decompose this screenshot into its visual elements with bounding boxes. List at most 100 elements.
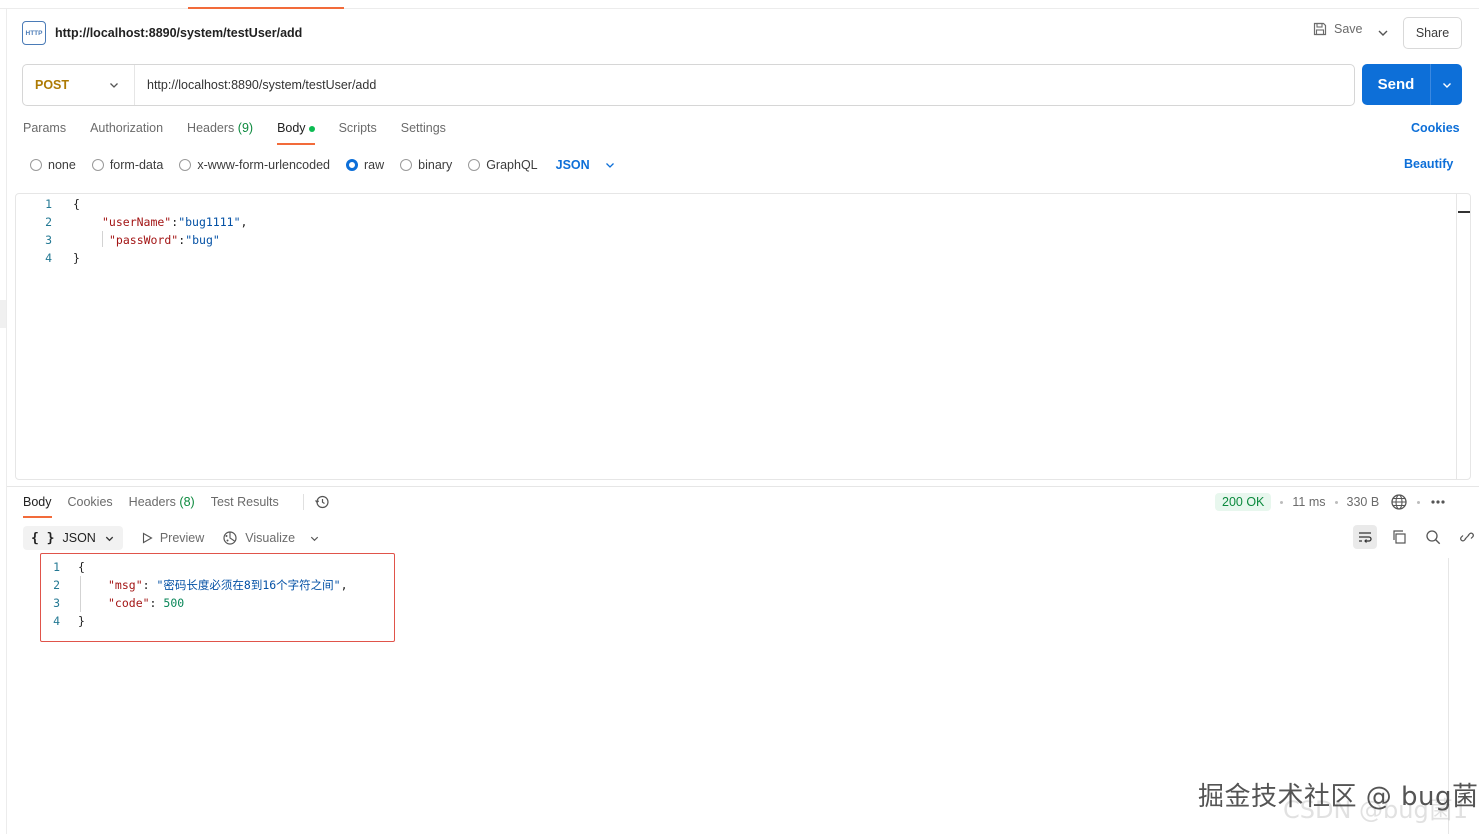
- response-divider[interactable]: [7, 486, 1479, 487]
- preview-label: Preview: [159, 531, 205, 545]
- send-button[interactable]: Send: [1362, 64, 1462, 105]
- left-sidebar-edge: [0, 9, 7, 834]
- response-time[interactable]: 11 ms: [1292, 495, 1325, 509]
- send-options-chevron-icon[interactable]: [1431, 79, 1462, 91]
- globe-icon[interactable]: [1390, 493, 1408, 511]
- body-type-raw[interactable]: raw: [346, 158, 384, 172]
- tab-scripts[interactable]: Scripts: [339, 120, 377, 145]
- raw-format-select[interactable]: JSON: [556, 158, 616, 172]
- response-format-label: JSON: [62, 531, 96, 545]
- body-type-form-data-label: form-data: [109, 158, 164, 172]
- tab-authorization[interactable]: Authorization: [90, 120, 163, 145]
- request-header: HTTP http://localhost:8890/system/testUs…: [22, 20, 302, 46]
- tab-body-label: Body: [277, 121, 306, 135]
- body-type-graphql[interactable]: GraphQL: [468, 158, 538, 172]
- body-type-urlencoded-label: x-www-form-urlencoded: [197, 158, 330, 172]
- code-line-password: "passWord":"bug": [109, 233, 220, 247]
- radio-icon: [91, 159, 104, 171]
- history-icon[interactable]: [302, 494, 330, 510]
- response-size[interactable]: 330 B: [1347, 495, 1380, 509]
- separator-dot: [1280, 500, 1284, 504]
- response-tab-headers-count: (8): [179, 495, 195, 509]
- editor-scrollbar[interactable]: [1456, 194, 1472, 480]
- chevron-down-icon: [310, 536, 319, 541]
- radio-icon: [179, 159, 192, 171]
- highlight-annotation-box: [40, 553, 395, 642]
- watermark: 掘金技术社区 @ bug菌: [1198, 782, 1479, 812]
- copy-icon: [1393, 530, 1406, 544]
- response-format-select[interactable]: { } JSON: [23, 526, 123, 550]
- link-icon: [1460, 532, 1474, 542]
- copy-button[interactable]: [1387, 525, 1411, 549]
- visualize-options-chevron[interactable]: [309, 533, 320, 544]
- save-label: Save: [1334, 22, 1363, 36]
- visualize-button[interactable]: Visualize: [222, 530, 295, 546]
- tab-params[interactable]: Params: [23, 120, 66, 145]
- url-bar: POST http://localhost:8890/system/testUs…: [22, 64, 1355, 106]
- http-request-icon: HTTP: [22, 21, 46, 45]
- response-tabs: Body Cookies Headers (8) Test Results: [23, 494, 330, 518]
- braces-icon: { }: [31, 530, 55, 546]
- status-badge[interactable]: 200 OK: [1215, 493, 1272, 511]
- tab-headers[interactable]: Headers (9): [187, 120, 253, 145]
- visualize-icon: [223, 531, 237, 545]
- body-type-binary[interactable]: binary: [400, 158, 452, 172]
- body-type-urlencoded[interactable]: x-www-form-urlencoded: [179, 158, 330, 172]
- request-tabs: Params Authorization Headers (9) Body Sc…: [23, 120, 446, 145]
- body-type-none-label: none: [48, 158, 76, 172]
- search-button[interactable]: [1421, 525, 1445, 549]
- editor-cursor-marker: [1458, 211, 1470, 213]
- code-open-brace: {: [73, 197, 80, 211]
- response-tab-body[interactable]: Body: [23, 494, 52, 518]
- body-type-selector: none form-data x-www-form-urlencoded raw…: [30, 156, 616, 174]
- json-value: "bug1111": [178, 215, 241, 229]
- preview-button[interactable]: Preview: [141, 531, 204, 545]
- search-icon: [1426, 530, 1441, 545]
- beautify-link[interactable]: Beautify: [1404, 157, 1453, 171]
- response-tab-headers[interactable]: Headers (8): [129, 494, 195, 518]
- active-request-tab-indicator: [188, 7, 344, 9]
- raw-format-label: JSON: [555, 158, 590, 172]
- body-type-binary-label: binary: [418, 158, 453, 172]
- request-body-editor[interactable]: 1 2 3 4 { "userName":"bug1111", "passWor…: [15, 193, 1471, 480]
- chevron-down-icon: [110, 83, 118, 88]
- indent-guide: [102, 231, 103, 247]
- response-tab-test-results[interactable]: Test Results: [211, 494, 279, 518]
- line-number: 3: [45, 233, 52, 247]
- method-label: POST: [35, 78, 70, 92]
- radio-icon: [30, 159, 42, 171]
- body-type-raw-label: raw: [364, 158, 385, 172]
- tab-headers-count: (9): [237, 121, 254, 135]
- response-tab-cookies[interactable]: Cookies: [68, 494, 113, 518]
- body-type-form-data[interactable]: form-data: [91, 158, 164, 172]
- line-number: 2: [45, 215, 52, 229]
- radio-icon: [400, 159, 413, 171]
- cookies-link[interactable]: Cookies: [1411, 121, 1460, 135]
- tab-body[interactable]: Body: [277, 120, 315, 145]
- share-button[interactable]: Share: [1403, 17, 1462, 49]
- response-meta: 200 OK 11 ms 330 B: [1215, 492, 1447, 512]
- method-select[interactable]: POST: [23, 65, 135, 105]
- save-icon: [1313, 22, 1327, 36]
- url-input[interactable]: http://localhost:8890/system/testUser/ad…: [135, 78, 376, 92]
- wrap-lines-button[interactable]: [1353, 525, 1377, 549]
- chevron-down-icon: [105, 536, 113, 541]
- save-button[interactable]: Save: [1313, 22, 1363, 36]
- save-options-chevron-icon[interactable]: [1376, 26, 1390, 40]
- wrap-lines-icon: [1359, 532, 1372, 543]
- json-value: "bug": [185, 233, 220, 247]
- sidebar-resize-handle[interactable]: [0, 300, 6, 328]
- tab-settings[interactable]: Settings: [401, 120, 446, 145]
- body-type-none[interactable]: none: [30, 158, 76, 172]
- visualize-label: Visualize: [245, 531, 296, 545]
- tab-headers-label: Headers: [187, 121, 235, 135]
- json-key: "userName": [102, 215, 172, 229]
- code-line-username: "userName":"bug1111",: [102, 215, 248, 229]
- response-tab-headers-label: Headers: [128, 495, 176, 509]
- line-number: 1: [45, 197, 52, 211]
- chevron-down-icon: [605, 163, 614, 168]
- copy-link-button[interactable]: [1455, 525, 1479, 549]
- radio-checked-icon: [346, 159, 358, 171]
- more-options-icon[interactable]: [1429, 497, 1447, 507]
- request-title[interactable]: http://localhost:8890/system/testUser/ad…: [55, 26, 302, 40]
